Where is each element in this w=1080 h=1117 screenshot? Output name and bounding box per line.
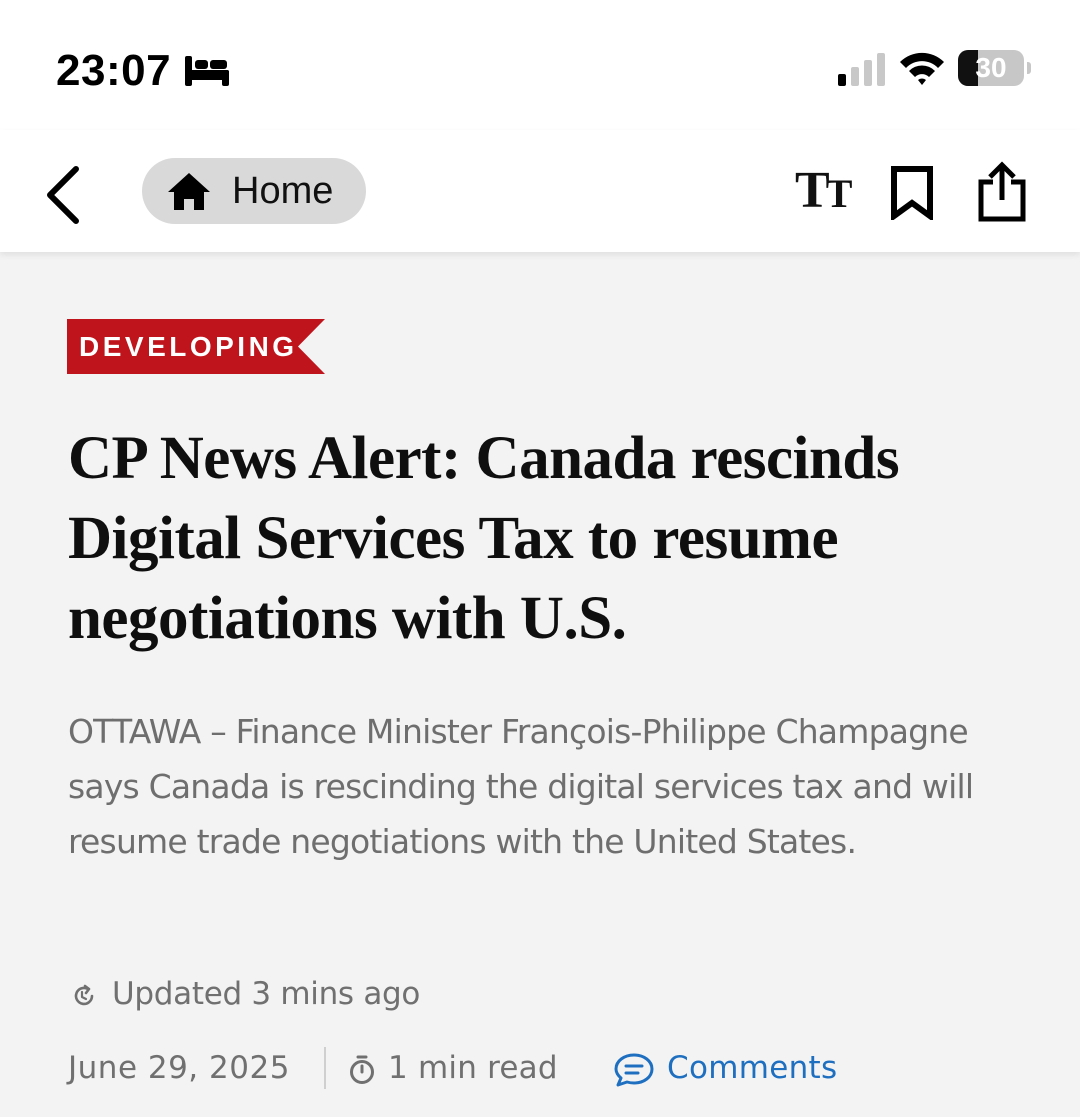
wifi-icon bbox=[900, 52, 944, 85]
bed-icon bbox=[185, 56, 229, 86]
text-size-icon-small: T bbox=[825, 171, 853, 216]
article-headline: CP News Alert: Canada rescinds Digital S… bbox=[68, 425, 900, 652]
meta-divider bbox=[324, 1047, 326, 1089]
home-button[interactable]: Home bbox=[142, 158, 366, 224]
house-icon bbox=[168, 173, 210, 210]
status-bar: 23:07 30 bbox=[0, 0, 1080, 130]
badge-label: DEVELOPING bbox=[79, 331, 298, 362]
article-meta: June 29, 2025 1 min read Comments bbox=[68, 1045, 1048, 1091]
battery-level: 30 bbox=[975, 52, 1007, 83]
share-icon bbox=[978, 161, 1026, 222]
read-time: 1 min read bbox=[388, 1050, 558, 1086]
text-size-button[interactable]: TT bbox=[795, 165, 853, 217]
share-button[interactable] bbox=[976, 160, 1028, 226]
cellular-signal-icon bbox=[838, 53, 885, 86]
updated-label: Updated 3 mins ago bbox=[112, 976, 421, 1012]
text-size-icon-large: T bbox=[795, 162, 830, 219]
bookmark-icon bbox=[891, 166, 933, 222]
refresh-icon bbox=[74, 984, 94, 1006]
status-time: 23:07 bbox=[56, 46, 172, 95]
stopwatch-icon bbox=[350, 1055, 374, 1084]
back-button[interactable] bbox=[40, 163, 90, 227]
publish-date: June 29, 2025 bbox=[68, 1050, 290, 1086]
article-nav-bar: Home TT bbox=[0, 130, 1080, 252]
bookmark-button[interactable] bbox=[888, 166, 936, 224]
chevron-left-icon bbox=[47, 166, 79, 224]
comments-label: Comments bbox=[667, 1050, 838, 1086]
article-summary: OTTAWA – Finance Minister François-Phili… bbox=[68, 712, 974, 861]
comment-bubble-icon bbox=[614, 1053, 654, 1087]
home-label: Home bbox=[232, 170, 334, 212]
